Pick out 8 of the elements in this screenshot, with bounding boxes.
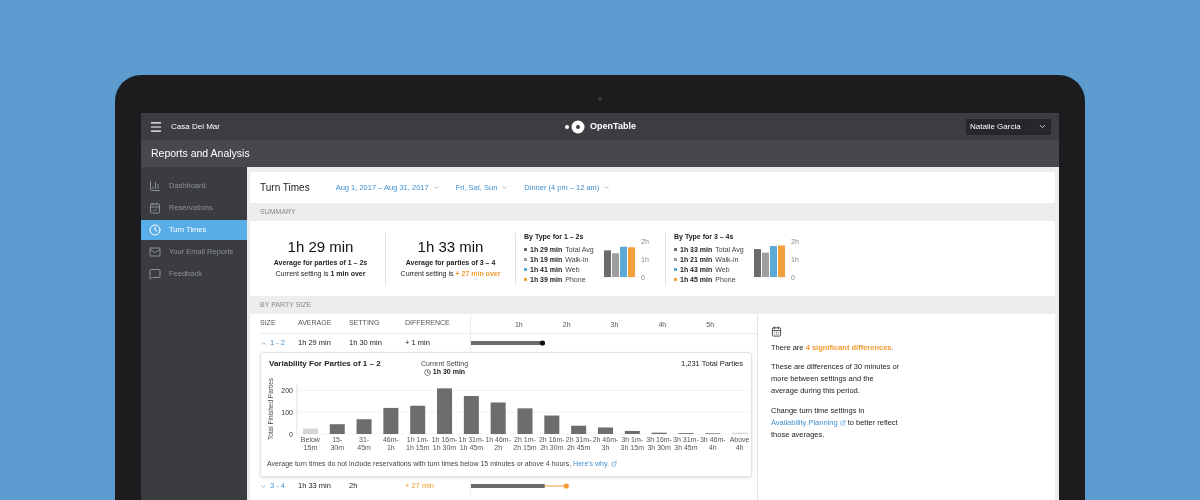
venue-name: Casa Del Mar xyxy=(171,120,220,133)
stat-value: 1h 33 min xyxy=(417,238,484,256)
detail-title: Variability For Parties of 1 – 2 xyxy=(268,358,381,370)
report-title: Turn Times xyxy=(260,181,310,195)
page-title: Reports and Analysis xyxy=(151,145,250,161)
stat-value: 1h 29 min xyxy=(287,238,354,256)
logo-text: OpenTable xyxy=(590,119,636,133)
user-dropdown[interactable]: Natalie Garcia xyxy=(966,118,1051,135)
